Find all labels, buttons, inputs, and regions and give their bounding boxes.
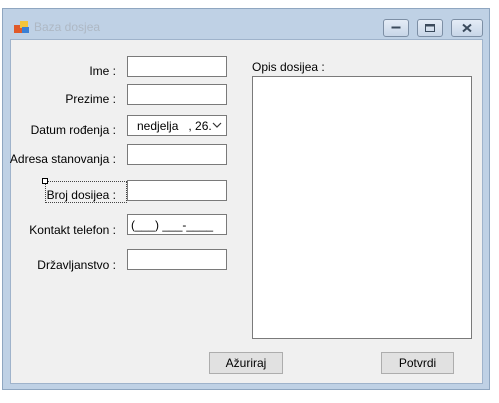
- datum-rodjenja-label: Datum rođenja :: [30, 123, 116, 137]
- minimize-button[interactable]: [383, 19, 409, 37]
- datum-rodjenja-picker[interactable]: nedjelja , 26.: [127, 115, 227, 136]
- chevron-down-icon[interactable]: [212, 120, 222, 130]
- form-client-area: Ime : Prezime : Datum rođenja : nedjelja…: [10, 39, 483, 384]
- app-icon: [14, 21, 29, 33]
- close-icon: [462, 23, 472, 33]
- adresa-input[interactable]: [127, 144, 227, 165]
- prezime-input[interactable]: [127, 84, 227, 105]
- ime-input[interactable]: [127, 56, 227, 77]
- opis-dosijea-textarea[interactable]: [252, 76, 472, 339]
- phone-mask: (___) ___-____: [131, 218, 214, 232]
- drzavljanstvo-label: Državljanstvo :: [37, 258, 116, 272]
- maximize-button[interactable]: [417, 19, 443, 37]
- ime-label: Ime :: [89, 64, 116, 78]
- kontakt-telefon-label: Kontakt telefon :: [29, 223, 116, 237]
- selection-handle[interactable]: [42, 178, 48, 184]
- opis-dosijea-label: Opis dosijea :: [252, 60, 325, 74]
- kontakt-telefon-input[interactable]: (___) ___-____: [127, 214, 227, 235]
- minimize-icon: [391, 26, 401, 29]
- maximize-icon: [425, 24, 435, 32]
- title-bar[interactable]: Baza dosjea: [3, 9, 489, 39]
- datum-rodjenja-value: nedjelja , 26.: [137, 119, 212, 133]
- drzavljanstvo-input[interactable]: [127, 249, 227, 270]
- potvrdi-button[interactable]: Potvrdi: [381, 352, 454, 374]
- prezime-label: Prezime :: [65, 92, 116, 106]
- app-window: Baza dosjea Ime : Prezime : Datum rođenj…: [2, 8, 490, 390]
- azuriraj-button[interactable]: Ažuriraj: [209, 352, 283, 374]
- broj-dosijea-input[interactable]: [127, 180, 227, 201]
- close-button[interactable]: [451, 19, 483, 37]
- adresa-label: Adresa stanovanja :: [9, 152, 116, 166]
- broj-dosijea-label: Broj dosijea :: [46, 188, 116, 202]
- window-title: Baza dosjea: [34, 20, 101, 34]
